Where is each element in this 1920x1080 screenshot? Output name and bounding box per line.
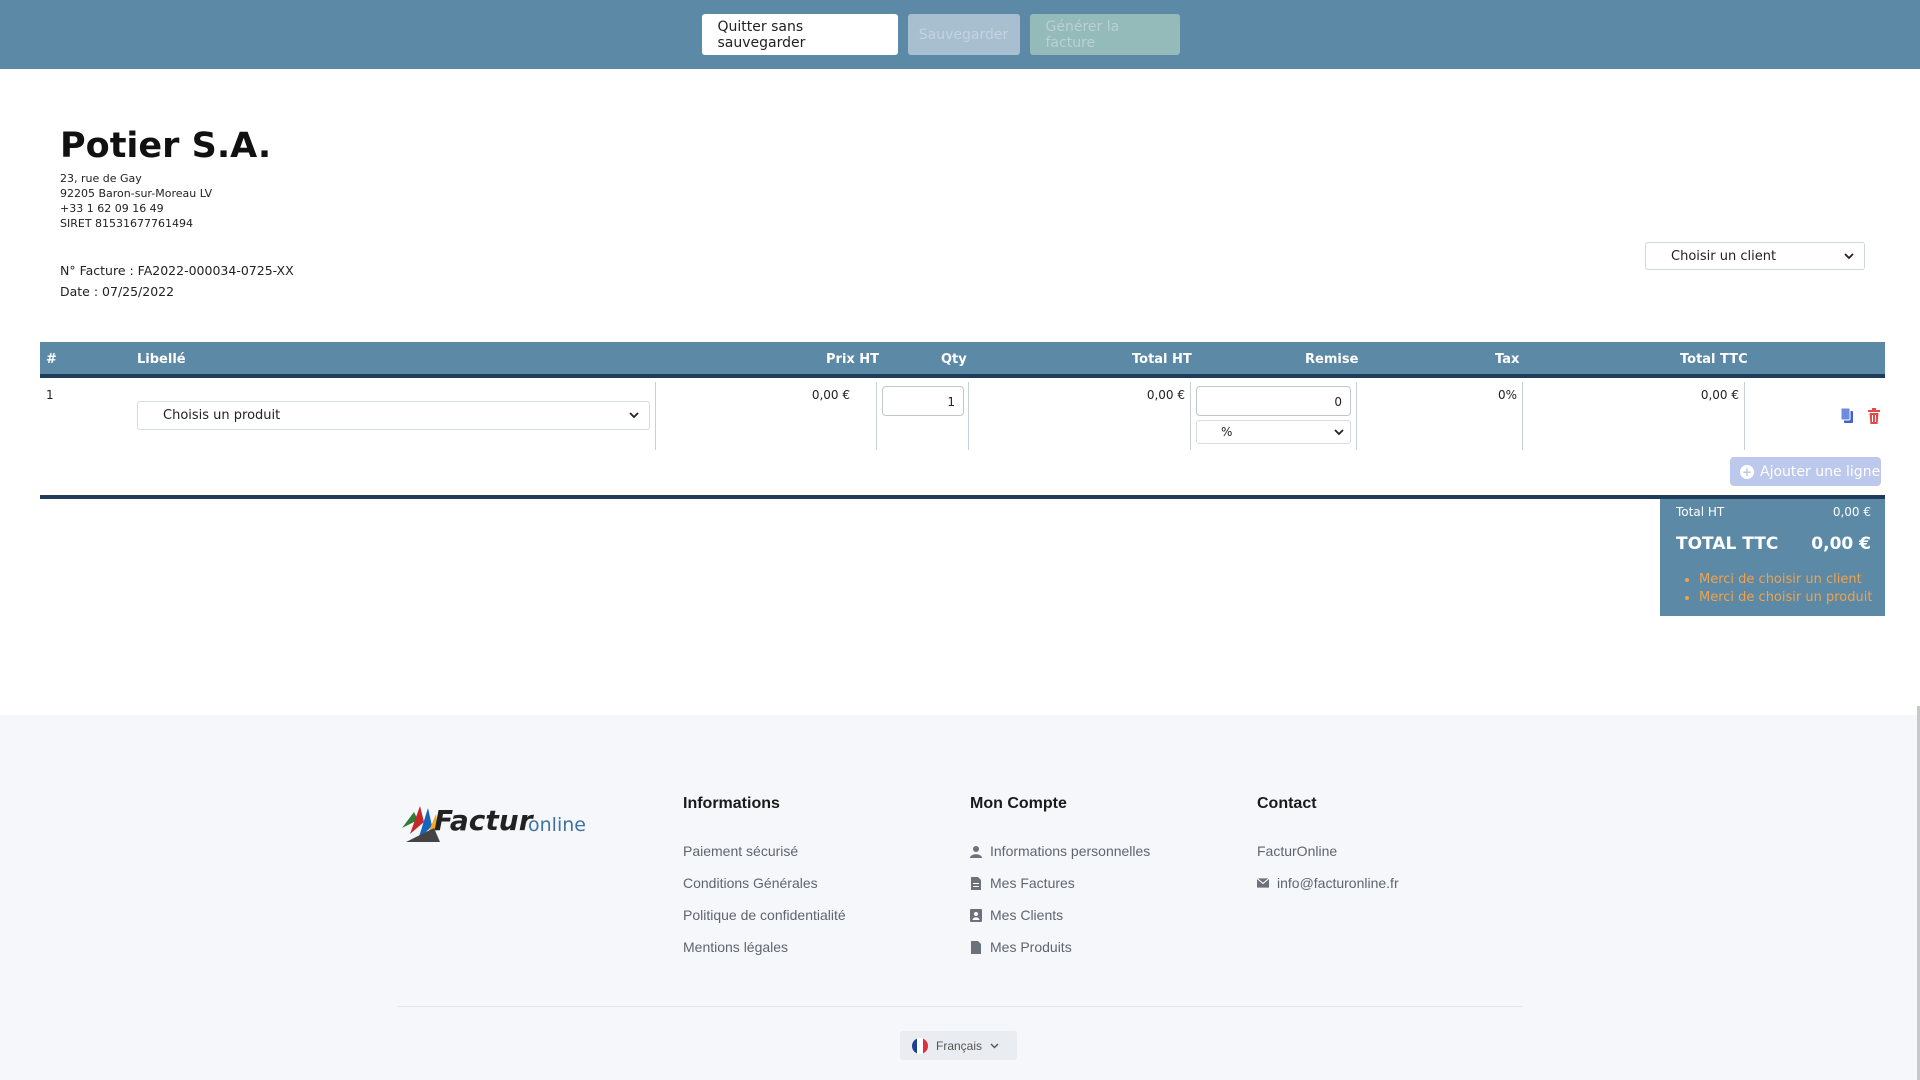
row-total-ttc: 0,00 € [1700, 388, 1739, 402]
col-tax-header: Tax [1495, 352, 1520, 367]
footer-link-label: Mes Factures [990, 875, 1075, 891]
plus-circle-icon: + [1740, 464, 1754, 479]
invoice-date: Date : 07/25/2022 [60, 284, 175, 299]
contact-card-icon [970, 908, 982, 922]
company-siret: SIRET 81531677761494 [60, 217, 194, 230]
company-block: Potier S.A. 23, rue de Gay 92205 Baron-s… [60, 124, 271, 231]
copy-icon[interactable] [1839, 407, 1855, 425]
column-divider [1744, 382, 1745, 450]
discount-type-value: % [1221, 425, 1233, 439]
company-address-line2: 92205 Baron-sur-Moreau LV [60, 187, 213, 200]
discount-type-select[interactable]: % [1196, 420, 1351, 444]
add-line-button[interactable]: + Ajouter une ligne [1730, 457, 1881, 486]
total-ht-label: Total HT [1676, 505, 1725, 519]
language-label: Français [936, 1038, 983, 1053]
france-flag-icon [912, 1037, 928, 1054]
footer-link-label: Mes Clients [990, 907, 1064, 923]
row-number: 1 [46, 388, 54, 402]
items-table-header: # Libellé Prix HT Qty Total HT Remise Ta… [40, 342, 1885, 378]
quit-without-saving-button[interactable]: Quitter sans sauvegarder [701, 14, 898, 55]
invoice-number: N° Facture : FA2022-000034-0725-XX [60, 263, 294, 278]
company-phone: +33 1 62 09 16 49 [60, 202, 164, 215]
total-ttc-label: TOTAL TTC [1676, 534, 1779, 554]
product-select-value: Choisis un produit [163, 408, 281, 423]
discount-input[interactable]: 0 [1196, 386, 1351, 416]
col-label-header: Libellé [137, 352, 186, 367]
col-discount-header: Remise [1305, 352, 1359, 367]
generate-invoice-button[interactable]: Générer la facture [1029, 14, 1180, 55]
row-tax: 0% [1497, 388, 1517, 402]
validation-warnings: Merci de choisir un client Merci de choi… [1699, 571, 1872, 607]
footer-account-title: Mon Compte [970, 795, 1067, 812]
logo-text-online: online [528, 814, 586, 836]
footer-link[interactable]: Mentions légales [683, 931, 846, 963]
facturonline-logo[interactable]: Factur online [398, 798, 590, 846]
footer-link-products[interactable]: Mes Produits [970, 931, 1150, 963]
footer-link-clients[interactable]: Mes Clients [970, 899, 1150, 931]
company-address-line1: 23, rue de Gay [60, 172, 142, 185]
footer-divider [398, 1006, 1522, 1007]
file-invoice-icon [971, 876, 981, 890]
footer-link-label: Mes Produits [990, 939, 1072, 955]
col-qty-header: Qty [941, 352, 967, 367]
totals-panel: Total HT 0,00 € TOTAL TTC 0,00 € Merci d… [1660, 499, 1885, 616]
col-total-ht-header: Total HT [1132, 352, 1192, 367]
chevron-down-icon [629, 412, 639, 419]
footer-informations-title: Informations [683, 795, 780, 812]
column-divider [1190, 382, 1191, 450]
footer-link[interactable]: Paiement sécurisé [683, 835, 846, 867]
footer-contact-title: Contact [1257, 795, 1317, 812]
col-price-header: Prix HT [826, 352, 880, 367]
top-action-bar: Quitter sans sauvegarder Sauvegarder Gén… [0, 0, 1920, 69]
table-bottom-divider [40, 495, 1885, 499]
col-total-ttc-header: Total TTC [1680, 352, 1748, 367]
table-row: 1 Choisis un produit 0,00 € 1 0,00 € 0 %… [40, 382, 1885, 450]
total-ttc-value: 0,00 € [1811, 534, 1871, 554]
file-icon [971, 940, 981, 954]
footer-link-profile[interactable]: Informations personnelles [970, 835, 1150, 867]
footer-informations: Informations Paiement sécurisé Condition… [683, 795, 846, 963]
total-ht-value: 0,00 € [1832, 505, 1871, 519]
footer-link-invoices[interactable]: Mes Factures [970, 867, 1150, 899]
footer-link[interactable]: Conditions Générales [683, 867, 846, 899]
column-divider [876, 382, 877, 450]
company-name: Potier S.A. [60, 126, 272, 166]
user-icon [970, 845, 982, 858]
trash-icon[interactable] [1866, 407, 1882, 425]
col-num-header: # [46, 352, 57, 367]
chevron-down-icon [1844, 252, 1854, 259]
logo-text-factur: Factur [434, 804, 533, 837]
row-price: 0,00 € [811, 388, 850, 402]
column-divider [655, 382, 656, 450]
footer [0, 715, 1920, 1080]
footer-link[interactable]: Politique de confidentialité [683, 899, 846, 931]
column-divider [1522, 382, 1523, 450]
client-select-value: Choisir un client [1671, 248, 1777, 264]
footer-account: Mon Compte Informations personnelles Mes… [970, 795, 1150, 963]
add-line-label: Ajouter une ligne [1760, 463, 1881, 480]
footer-company-name: FacturOnline [1257, 843, 1338, 859]
warning-item: Merci de choisir un produit [1699, 589, 1872, 607]
quantity-input[interactable]: 1 [882, 386, 964, 416]
footer-email-label: info@facturonline.fr [1277, 875, 1399, 891]
footer-email-link[interactable]: info@facturonline.fr [1257, 867, 1399, 899]
column-divider [1356, 382, 1357, 450]
chevron-down-icon [1334, 428, 1344, 435]
row-total-ht: 0,00 € [1146, 388, 1185, 402]
envelope-icon [1257, 878, 1269, 888]
column-divider [968, 382, 969, 450]
footer-link-label: Informations personnelles [990, 843, 1151, 859]
product-select[interactable]: Choisis un produit [137, 401, 650, 430]
footer-contact: Contact FacturOnline info@facturonline.f… [1257, 795, 1399, 899]
warning-item: Merci de choisir un client [1699, 571, 1872, 589]
client-select[interactable]: Choisir un client [1645, 242, 1865, 270]
language-selector[interactable]: Français [900, 1031, 1017, 1060]
invoice-meta: N° Facture : FA2022-000034-0725-XX Date … [60, 260, 294, 302]
save-button[interactable]: Sauvegarder [907, 14, 1020, 55]
chevron-down-icon [990, 1043, 999, 1048]
